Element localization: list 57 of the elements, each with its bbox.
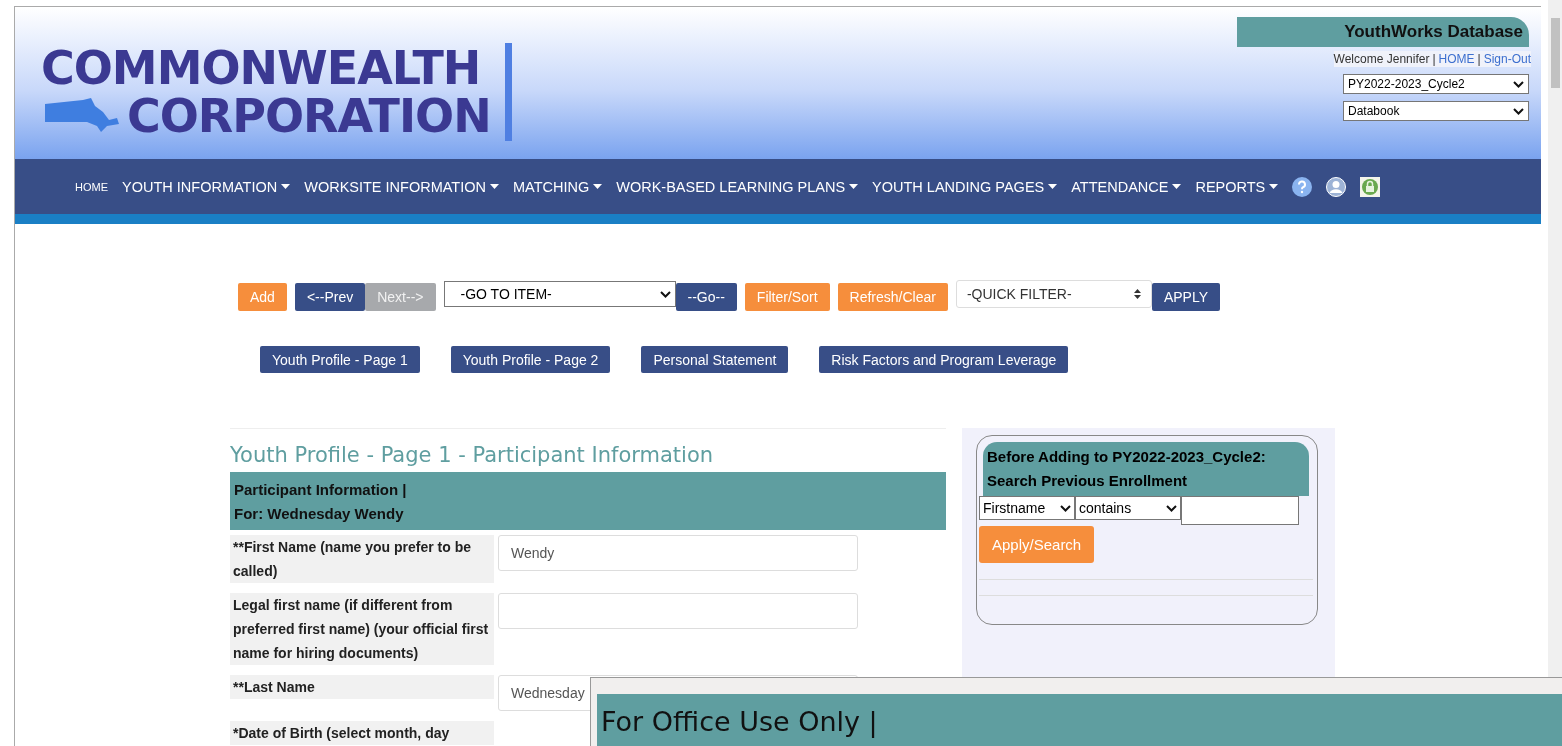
header-link[interactable]: HOME (1438, 52, 1475, 66)
quick-filter-select[interactable]: -QUICK FILTER- (955, 280, 1152, 308)
popup-header: For Office Use Only | (597, 694, 1562, 746)
logo-text: COMMONWEALTH (41, 44, 482, 92)
chevron-down-icon (1513, 107, 1524, 115)
separator: | (1432, 52, 1436, 66)
search-field[interactable] (1181, 496, 1299, 525)
caret-icon (281, 184, 291, 189)
nav-menu-item[interactable]: MATCHING (513, 178, 603, 195)
nav-menu-item[interactable]: YOUTH INFORMATION (122, 178, 291, 195)
page-tab[interactable]: Risk Factors and Program Leverage (819, 346, 1069, 373)
nav-menu-item[interactable]: YOUTH LANDING PAGES (872, 178, 1058, 195)
user-icon[interactable] (1326, 176, 1347, 197)
field-label: *Date of Birth (select month, day (230, 721, 494, 745)
app-title: YouthWorks Database (1237, 17, 1529, 47)
caret-icon (1048, 184, 1058, 189)
caret-icon (593, 184, 603, 189)
chevron-down-icon (1060, 504, 1071, 512)
caret-icon (1269, 184, 1279, 189)
header-select[interactable]: PY2022-2023_Cycle2 (1343, 74, 1529, 94)
chevron-down-icon (1166, 504, 1177, 512)
nav-menu-item[interactable]: WORK-BASED LEARNING PLANS (616, 178, 859, 195)
chevron-down-icon (1513, 80, 1524, 88)
page-tab[interactable]: Personal Statement (641, 346, 789, 373)
nav-menu-item[interactable]: WORKSITE INFORMATION (304, 178, 499, 195)
caret-icon (490, 184, 499, 189)
nav-home-link[interactable]: HOME (75, 180, 108, 193)
page-tab[interactable]: Youth Profile - Page 2 (450, 346, 611, 373)
field-label: **First Name (name you prefer to be called) (230, 535, 494, 583)
caret-icon (849, 184, 859, 189)
welcome-text: Welcome Jennifer (1333, 52, 1430, 66)
toolbar-button[interactable]: --Go-- (675, 283, 737, 311)
toolbar-button[interactable]: APPLY (1151, 283, 1220, 311)
logo-text: CORPORATION (127, 92, 491, 140)
nav-menu-item[interactable]: REPORTS (1195, 178, 1279, 195)
help-icon[interactable] (1292, 176, 1313, 197)
scrollbar-thumb[interactable] (1550, 18, 1560, 88)
form-title: Youth Profile - Page 1 - Participant Information (230, 443, 715, 467)
separator: | (1477, 52, 1481, 66)
up-down-icon (1133, 289, 1141, 299)
page-tab[interactable]: Youth Profile - Page 1 (260, 346, 420, 373)
operator-select[interactable]: contains (1075, 496, 1181, 520)
caret-icon (1172, 184, 1182, 189)
header-link[interactable]: Sign-Out (1483, 52, 1531, 66)
card-header: Before Adding to PY2022-2023_Cycle2: Search Previous Enrollment (983, 442, 1309, 496)
toolbar-button[interactable]: <--Prev (294, 283, 366, 311)
go-to-item-select[interactable]: -GO TO ITEM- (443, 281, 676, 307)
text-field[interactable]: Wendy (498, 535, 858, 571)
header-select[interactable]: Databook (1343, 101, 1529, 121)
section-header: Participant Information | For: Wednesday Wendy (230, 472, 946, 530)
field-label: **Last Name (230, 675, 494, 699)
nav-menu-item[interactable]: ATTENDANCE (1071, 178, 1182, 195)
lock-badge-icon[interactable] (1360, 176, 1381, 197)
text-field[interactable] (498, 593, 858, 629)
chevron-down-icon (659, 290, 671, 298)
field-select[interactable]: Firstname (979, 496, 1075, 520)
field-label: Legal first name (if different from preferred first name) (your official first name for hiring documents) (230, 593, 494, 665)
